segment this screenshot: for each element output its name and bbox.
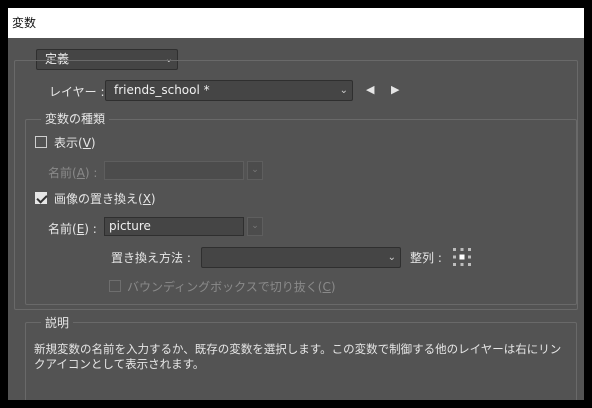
chevron-down-icon: ⌄ — [339, 85, 348, 96]
previous-layer-icon[interactable]: ◀ — [366, 83, 374, 96]
clip-label: バウンディングボックスで切り抜く(C) — [127, 280, 336, 294]
visibility-name-label: 名前(A) : — [48, 166, 98, 180]
next-layer-icon[interactable]: ▶ — [391, 83, 399, 96]
chevron-down-icon: ⌄ — [387, 252, 396, 263]
alignment-label: 整列 : — [410, 251, 442, 265]
layer-dropdown[interactable]: friends_school * ⌄ — [105, 80, 353, 101]
visibility-name-field[interactable] — [104, 161, 244, 180]
layer-dropdown-value: friends_school * — [114, 83, 210, 97]
visibility-checkbox[interactable] — [35, 136, 47, 148]
pixel-name-dropdown[interactable]: ⌄ — [247, 217, 263, 236]
variables-dialog: 変数 定義 ⌄ レイヤー : friends_school * ⌄ ◀ ▶ 変数… — [8, 8, 584, 400]
method-label: 置き換え方法 : — [111, 251, 191, 265]
pixel-replace-label: 画像の置き換え(X) — [54, 192, 156, 206]
layer-label: レイヤー : — [49, 85, 105, 99]
dialog-title: 変数 — [8, 8, 584, 38]
alignment-grid-icon[interactable] — [452, 247, 472, 267]
variable-types-legend: 変数の種類 — [41, 110, 110, 127]
clip-checkbox[interactable] — [109, 280, 121, 292]
pixel-replace-checkbox[interactable] — [35, 192, 47, 204]
method-dropdown[interactable]: ⌄ — [201, 247, 401, 268]
pixel-name-field[interactable]: picture — [104, 217, 244, 236]
visibility-name-dropdown[interactable]: ⌄ — [247, 161, 263, 180]
pixel-name-label: 名前(E) : — [48, 222, 97, 236]
description-legend: 説明 — [41, 314, 74, 331]
description-text: 新規変数の名前を入力するか、既存の変数を選択します。この変数で制御する他のレイヤ… — [34, 342, 562, 371]
visibility-label: 表示(V) — [54, 136, 96, 150]
